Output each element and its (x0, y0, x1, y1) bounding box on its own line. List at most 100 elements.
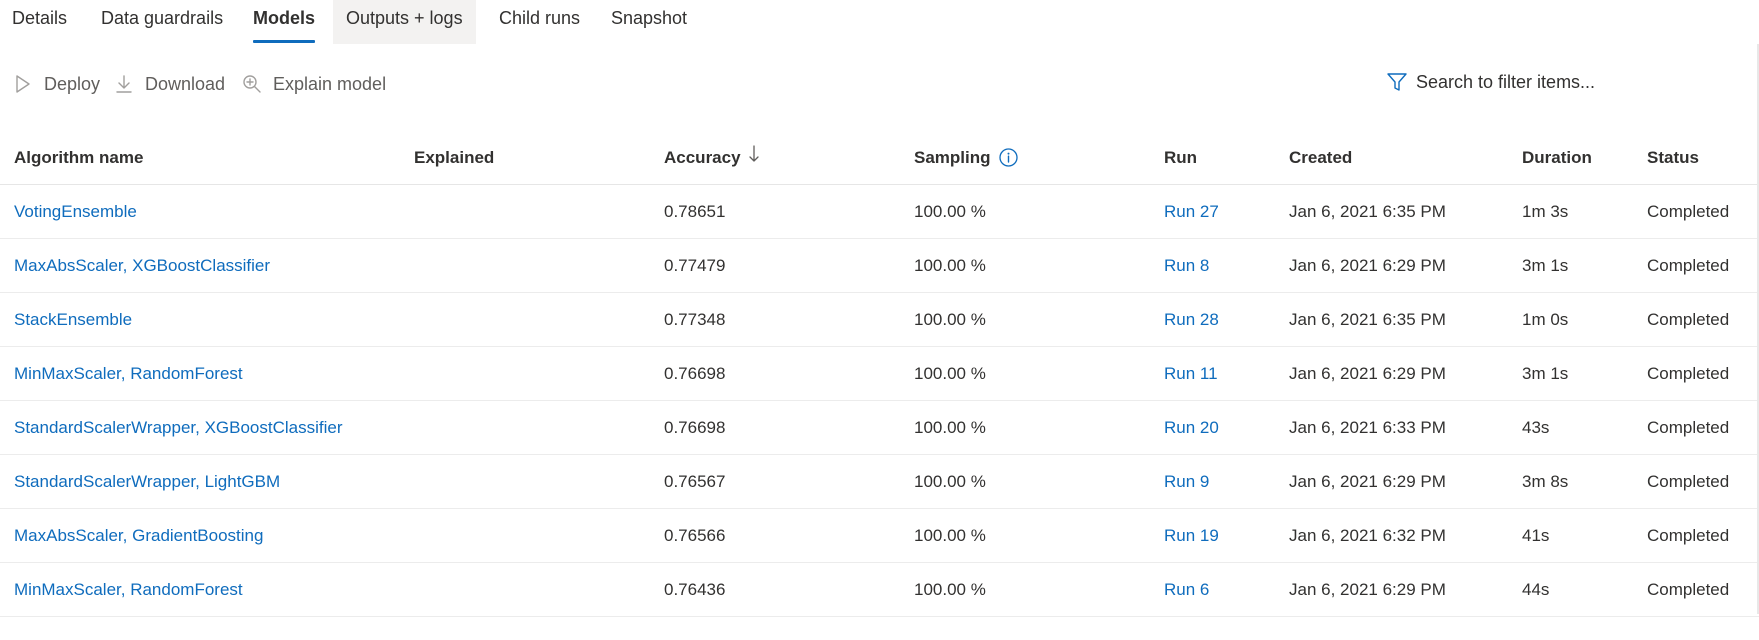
status-cell: Completed (1647, 364, 1730, 383)
status-cell: Completed (1647, 310, 1730, 329)
status-cell: Completed (1647, 526, 1730, 545)
accuracy-cell: 0.76566 (664, 526, 726, 545)
column-header-explained[interactable]: Explained (414, 130, 494, 185)
column-header-label: Status (1647, 148, 1699, 167)
accuracy-cell: 0.76436 (664, 580, 726, 599)
sampling-cell: 100.00 % (914, 310, 986, 329)
column-header-algorithm[interactable]: Algorithm name (14, 130, 143, 185)
duration-cell: 3m 8s (1522, 472, 1569, 491)
column-header-run[interactable]: Run (1164, 130, 1197, 185)
run-link[interactable]: Run 27 (1164, 185, 1219, 238)
column-header-label: Accuracy (664, 148, 741, 167)
duration-cell: 1m 3s (1522, 202, 1569, 221)
download-arrow-icon (113, 73, 135, 95)
algorithm-link[interactable]: MinMaxScaler, RandomForest (14, 347, 243, 400)
status-cell: Completed (1647, 580, 1730, 599)
funnel-icon (1386, 71, 1408, 93)
table-row[interactable]: VotingEnsemble 0.78651 100.00 % Run 27 J… (0, 185, 1759, 239)
table-body: VotingEnsemble 0.78651 100.00 % Run 27 J… (0, 185, 1759, 617)
tab-models[interactable]: Models (253, 0, 316, 44)
table-header: Algorithm name Explained Accuracy Sampli… (0, 130, 1759, 185)
run-link[interactable]: Run 20 (1164, 401, 1219, 454)
sampling-cell: 100.00 % (914, 256, 986, 275)
column-header-label: Explained (414, 148, 495, 167)
created-cell: Jan 6, 2021 6:29 PM (1289, 580, 1446, 599)
column-header-created[interactable]: Created (1289, 130, 1352, 185)
duration-cell: 43s (1522, 418, 1550, 437)
sampling-cell: 100.00 % (914, 580, 986, 599)
sampling-cell: 100.00 % (914, 364, 986, 383)
play-outline-icon (12, 73, 34, 95)
search-filter-input[interactable]: Search to filter items... (1386, 67, 1595, 97)
tab-data-guardrails[interactable]: Data guardrails (101, 0, 223, 44)
accuracy-cell: 0.77348 (664, 310, 726, 329)
algorithm-link[interactable]: StandardScalerWrapper, LightGBM (14, 455, 280, 508)
accuracy-cell: 0.77479 (664, 256, 726, 275)
duration-cell: 3m 1s (1522, 364, 1569, 383)
column-header-label: Run (1164, 148, 1198, 167)
algorithm-link[interactable]: MinMaxScaler, RandomForest (14, 563, 243, 616)
table-row[interactable]: StandardScalerWrapper, LightGBM 0.76567 … (0, 455, 1759, 509)
explain-model-button[interactable]: Explain model (241, 70, 386, 98)
sampling-cell: 100.00 % (914, 526, 986, 545)
run-link[interactable]: Run 9 (1164, 455, 1209, 508)
column-header-status[interactable]: Status (1647, 130, 1699, 185)
sampling-cell: 100.00 % (914, 202, 986, 221)
created-cell: Jan 6, 2021 6:35 PM (1289, 202, 1446, 221)
created-cell: Jan 6, 2021 6:29 PM (1289, 472, 1446, 491)
run-link[interactable]: Run 6 (1164, 563, 1209, 616)
arrow-down-icon (748, 130, 759, 185)
column-header-label: Algorithm name (14, 148, 144, 167)
magnifier-plus-icon (241, 73, 263, 95)
duration-cell: 3m 1s (1522, 256, 1569, 275)
duration-cell: 41s (1522, 526, 1550, 545)
status-cell: Completed (1647, 202, 1730, 221)
tab-snapshot[interactable]: Snapshot (611, 0, 687, 44)
table-row[interactable]: MaxAbsScaler, GradientBoosting 0.76566 1… (0, 509, 1759, 563)
explain-model-label: Explain model (273, 73, 387, 94)
accuracy-cell: 0.76698 (664, 364, 726, 383)
tab-child-runs[interactable]: Child runs (499, 0, 580, 44)
created-cell: Jan 6, 2021 6:33 PM (1289, 418, 1446, 437)
run-link[interactable]: Run 8 (1164, 239, 1209, 292)
sampling-cell: 100.00 % (914, 472, 986, 491)
run-link[interactable]: Run 28 (1164, 293, 1219, 346)
column-header-accuracy[interactable]: Accuracy (664, 130, 759, 185)
created-cell: Jan 6, 2021 6:29 PM (1289, 364, 1446, 383)
accuracy-cell: 0.78651 (664, 202, 726, 221)
models-table: Algorithm name Explained Accuracy Sampli… (0, 130, 1759, 617)
status-cell: Completed (1647, 472, 1730, 491)
status-cell: Completed (1647, 256, 1730, 275)
table-row[interactable]: StandardScalerWrapper, XGBoostClassifier… (0, 401, 1759, 455)
algorithm-link[interactable]: MaxAbsScaler, GradientBoosting (14, 509, 263, 562)
table-row[interactable]: StackEnsemble 0.77348 100.00 % Run 28 Ja… (0, 293, 1759, 347)
sampling-cell: 100.00 % (914, 418, 986, 437)
algorithm-link[interactable]: VotingEnsemble (14, 185, 137, 238)
column-header-label: Created (1289, 148, 1353, 167)
accuracy-cell: 0.76698 (664, 418, 726, 437)
accuracy-cell: 0.76567 (664, 472, 726, 491)
table-row[interactable]: MinMaxScaler, RandomForest 0.76436 100.0… (0, 563, 1759, 617)
column-header-duration[interactable]: Duration (1522, 130, 1592, 185)
tab-bar: Details Data guardrails Models Outputs +… (0, 0, 1759, 44)
created-cell: Jan 6, 2021 6:32 PM (1289, 526, 1446, 545)
search-placeholder: Search to filter items... (1416, 71, 1596, 92)
created-cell: Jan 6, 2021 6:35 PM (1289, 310, 1446, 329)
duration-cell: 44s (1522, 580, 1550, 599)
table-row[interactable]: MinMaxScaler, RandomForest 0.76698 100.0… (0, 347, 1759, 401)
algorithm-link[interactable]: MaxAbsScaler, XGBoostClassifier (14, 239, 270, 292)
algorithm-link[interactable]: StackEnsemble (14, 293, 132, 346)
duration-cell: 1m 0s (1522, 310, 1569, 329)
download-button[interactable]: Download (113, 70, 225, 98)
tab-details[interactable]: Details (12, 0, 67, 44)
status-cell: Completed (1647, 418, 1730, 437)
run-link[interactable]: Run 19 (1164, 509, 1219, 562)
tab-outputs-logs[interactable]: Outputs + logs (333, 0, 476, 44)
column-header-sampling[interactable]: Sampling (914, 130, 1018, 185)
info-circle-icon[interactable] (998, 148, 1018, 167)
algorithm-link[interactable]: StandardScalerWrapper, XGBoostClassifier (14, 401, 343, 454)
run-link[interactable]: Run 11 (1164, 347, 1218, 400)
table-row[interactable]: MaxAbsScaler, XGBoostClassifier 0.77479 … (0, 239, 1759, 293)
deploy-label: Deploy (44, 73, 101, 94)
deploy-button[interactable]: Deploy (12, 70, 100, 98)
